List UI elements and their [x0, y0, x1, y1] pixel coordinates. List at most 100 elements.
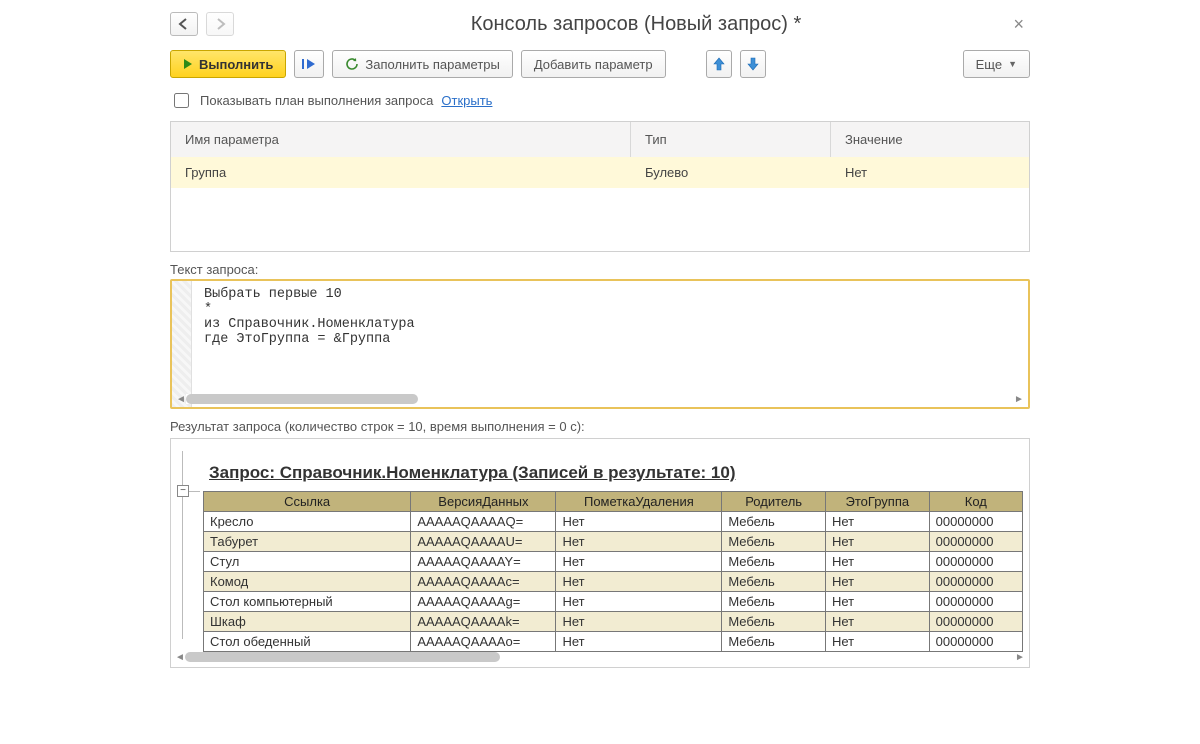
open-plan-link[interactable]: Открыть: [441, 93, 492, 108]
table-row[interactable]: СтулAAAAAQAAAAY=НетМебельНет00000000: [204, 552, 1023, 572]
cell-kod: 00000000: [929, 532, 1022, 552]
result-hscroll[interactable]: ◄ ►: [175, 651, 1025, 663]
cell-ref: Шкаф: [204, 612, 411, 632]
cell-pom: Нет: [556, 632, 722, 652]
params-row[interactable]: Группа Булево Нет: [171, 157, 1029, 188]
cell-ver: AAAAAQAAAAQ=: [411, 512, 556, 532]
cell-ver: AAAAAQAAAAU=: [411, 532, 556, 552]
query-gutter: [172, 281, 192, 407]
param-value: Нет: [831, 157, 1029, 188]
table-row[interactable]: КреслоAAAAAQAAAAQ=НетМебельНет00000000: [204, 512, 1023, 532]
result-label: Результат запроса (количество строк = 10…: [170, 419, 1030, 434]
scroll-right-icon[interactable]: ►: [1015, 652, 1025, 663]
cell-ref: Стол обеденный: [204, 632, 411, 652]
cell-pom: Нет: [556, 532, 722, 552]
cell-rod: Мебель: [722, 632, 826, 652]
scroll-right-icon[interactable]: ►: [1014, 394, 1024, 405]
cell-ref: Стол компьютерный: [204, 592, 411, 612]
play-icon: [183, 58, 193, 70]
cell-grp: Нет: [825, 552, 929, 572]
cell-rod: Мебель: [722, 592, 826, 612]
query-text[interactable]: Выбрать первые 10 * из Справочник.Номенк…: [192, 281, 1028, 407]
table-row[interactable]: ТабуретAAAAAQAAAAU=НетМебельНет00000000: [204, 532, 1023, 552]
table-row[interactable]: Стол обеденныйAAAAAQAAAAo=НетМебельНет00…: [204, 632, 1023, 652]
cell-rod: Мебель: [722, 572, 826, 592]
scroll-left-icon[interactable]: ◄: [175, 652, 185, 663]
query-hscroll[interactable]: ◄ ►: [176, 393, 1024, 405]
col-pom[interactable]: ПометкаУдаления: [556, 492, 722, 512]
cell-kod: 00000000: [929, 632, 1022, 652]
fill-params-button[interactable]: Заполнить параметры: [332, 50, 512, 78]
params-header-type: Тип: [631, 122, 831, 157]
table-row[interactable]: Стол компьютерныйAAAAAQAAAAg=НетМебельНе…: [204, 592, 1023, 612]
cell-ref: Стул: [204, 552, 411, 572]
arrow-down-icon: [747, 57, 759, 71]
result-table: Ссылка ВерсияДанных ПометкаУдаления Роди…: [203, 491, 1023, 652]
options-row: Показывать план выполнения запроса Откры…: [170, 88, 1030, 117]
cell-kod: 00000000: [929, 592, 1022, 612]
result-header-row: Ссылка ВерсияДанных ПометкаУдаления Роди…: [204, 492, 1023, 512]
cell-grp: Нет: [825, 612, 929, 632]
cell-ver: AAAAAQAAAAY=: [411, 552, 556, 572]
col-ver[interactable]: ВерсияДанных: [411, 492, 556, 512]
cell-rod: Мебель: [722, 532, 826, 552]
result-title: Запрос: Справочник.Номенклатура (Записей…: [209, 463, 1021, 483]
cell-rod: Мебель: [722, 612, 826, 632]
col-kod[interactable]: Код: [929, 492, 1022, 512]
cell-ref: Табурет: [204, 532, 411, 552]
cell-pom: Нет: [556, 592, 722, 612]
col-rod[interactable]: Родитель: [722, 492, 826, 512]
add-param-button[interactable]: Добавить параметр: [521, 50, 666, 78]
close-icon[interactable]: ×: [1007, 12, 1030, 37]
params-header-name: Имя параметра: [171, 122, 631, 157]
params-header-value: Значение: [831, 122, 1029, 157]
refresh-icon: [345, 57, 359, 71]
arrow-up-icon: [713, 57, 725, 71]
cell-grp: Нет: [825, 532, 929, 552]
move-up-button[interactable]: [706, 50, 732, 78]
titlebar: Консоль запросов (Новый запрос) * ×: [170, 8, 1030, 46]
toolbar: Выполнить Заполнить параметры Добавить п…: [170, 46, 1030, 88]
cell-grp: Нет: [825, 572, 929, 592]
execute-button[interactable]: Выполнить: [170, 50, 286, 78]
cell-pom: Нет: [556, 572, 722, 592]
step-button[interactable]: [294, 50, 324, 78]
cell-grp: Нет: [825, 512, 929, 532]
result-tree: −: [175, 443, 195, 645]
cell-grp: Нет: [825, 592, 929, 612]
fill-params-label: Заполнить параметры: [365, 57, 499, 72]
cell-ref: Комод: [204, 572, 411, 592]
execute-label: Выполнить: [199, 57, 273, 72]
table-row[interactable]: КомодAAAAAQAAAAc=НетМебельНет00000000: [204, 572, 1023, 592]
cell-pom: Нет: [556, 512, 722, 532]
col-ref[interactable]: Ссылка: [204, 492, 411, 512]
col-grp[interactable]: ЭтоГруппа: [825, 492, 929, 512]
move-down-button[interactable]: [740, 50, 766, 78]
more-button[interactable]: Еще ▼: [963, 50, 1030, 78]
cell-kod: 00000000: [929, 572, 1022, 592]
cell-ver: AAAAAQAAAAk=: [411, 612, 556, 632]
cell-pom: Нет: [556, 612, 722, 632]
scroll-left-icon[interactable]: ◄: [176, 394, 186, 405]
cell-ver: AAAAAQAAAAo=: [411, 632, 556, 652]
param-name: Группа: [171, 157, 631, 188]
cell-kod: 00000000: [929, 612, 1022, 632]
table-row[interactable]: ШкафAAAAAQAAAAk=НетМебельНет00000000: [204, 612, 1023, 632]
result-panel: − Запрос: Справочник.Номенклатура (Запис…: [170, 438, 1030, 668]
query-editor[interactable]: Выбрать первые 10 * из Справочник.Номенк…: [170, 279, 1030, 409]
add-param-label: Добавить параметр: [534, 57, 653, 72]
cell-ver: AAAAAQAAAAc=: [411, 572, 556, 592]
cell-ref: Кресло: [204, 512, 411, 532]
show-plan-label: Показывать план выполнения запроса: [200, 93, 433, 108]
cell-rod: Мебель: [722, 552, 826, 572]
cell-pom: Нет: [556, 552, 722, 572]
nav-back-button[interactable]: [170, 12, 198, 36]
params-body: Группа Булево Нет: [171, 157, 1029, 251]
cell-grp: Нет: [825, 632, 929, 652]
more-label: Еще: [976, 57, 1002, 72]
cell-kod: 00000000: [929, 512, 1022, 532]
params-header: Имя параметра Тип Значение: [171, 122, 1029, 157]
nav-forward-button[interactable]: [206, 12, 234, 36]
show-plan-checkbox[interactable]: [174, 93, 189, 108]
tree-collapse-icon[interactable]: −: [177, 485, 189, 497]
